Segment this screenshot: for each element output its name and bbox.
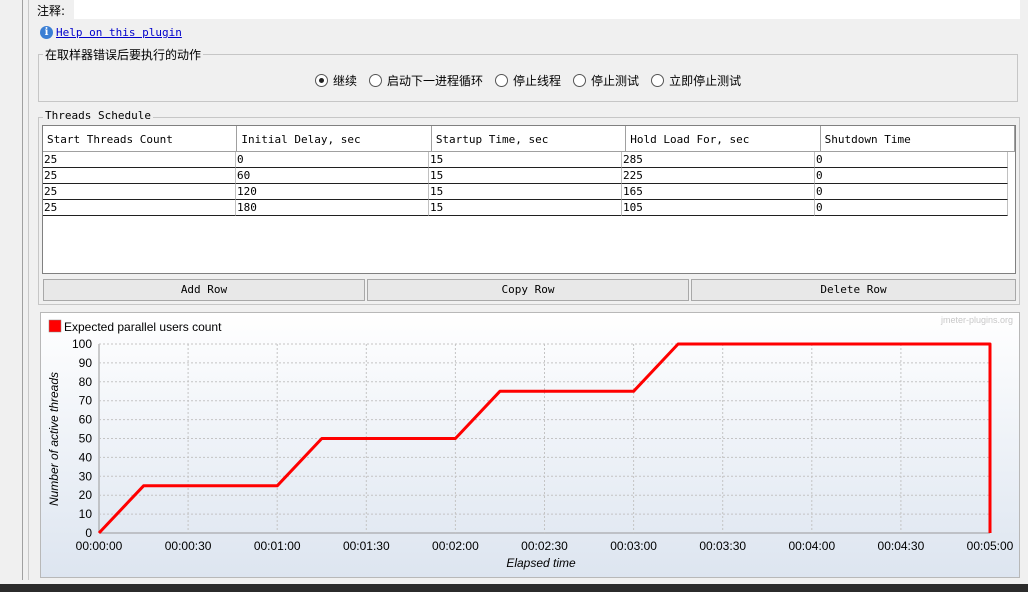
table-cell[interactable]: 165 — [622, 184, 815, 200]
table-cell[interactable]: 15 — [429, 200, 622, 216]
y-tick-label: 30 — [79, 469, 93, 483]
threads-schedule-title: Threads Schedule — [43, 109, 153, 122]
radio-circle[interactable] — [495, 74, 509, 87]
delete-row-button[interactable]: Delete Row — [691, 279, 1016, 301]
sampler-error-options: 继续 启动下一进程循环 停止线程 停止测试 立即停止测试 — [315, 72, 741, 89]
y-tick-label: 80 — [79, 375, 93, 389]
y-tick-label: 40 — [79, 450, 93, 464]
table-cell[interactable]: 285 — [622, 152, 815, 168]
x-tick-label: 00:02:00 — [432, 539, 479, 553]
table-cell[interactable]: 15 — [429, 184, 622, 200]
table-row[interactable]: 25 120 15 165 0 — [43, 184, 1015, 200]
column-header[interactable]: Start Threads Count — [43, 126, 238, 152]
y-tick-label: 50 — [79, 432, 93, 446]
table-cell[interactable]: 105 — [622, 200, 815, 216]
info-icon: i — [40, 26, 53, 39]
radio-start-next-loop[interactable]: 启动下一进程循环 — [369, 72, 483, 89]
y-axis-label: Number of active threads — [47, 372, 61, 506]
table-row[interactable]: 25 60 15 225 0 — [43, 168, 1015, 184]
x-tick-label: 00:05:00 — [967, 539, 1014, 553]
x-tick-label: 00:03:00 — [610, 539, 657, 553]
radio-label: 停止测试 — [591, 74, 640, 88]
table-cell[interactable]: 25 — [43, 200, 236, 216]
table-cell[interactable]: 120 — [236, 184, 429, 200]
x-tick-label: 00:01:00 — [254, 539, 301, 553]
column-header[interactable]: Shutdown Time — [820, 126, 1016, 152]
help-link-row[interactable]: i Help on this plugin — [40, 26, 182, 39]
radio-stop-thread[interactable]: 停止线程 — [495, 72, 561, 89]
status-bar — [0, 584, 1028, 592]
table-cell[interactable]: 0 — [815, 184, 1008, 200]
table-cell[interactable]: 225 — [622, 168, 815, 184]
chart-watermark: jmeter-plugins.org — [940, 315, 1013, 325]
threads-chart-svg: jmeter-plugins.org Expected parallel use… — [47, 315, 1014, 570]
radio-circle-selected[interactable] — [315, 74, 328, 87]
column-header[interactable]: Startup Time, sec — [431, 126, 627, 152]
table-cell[interactable]: 25 — [43, 184, 236, 200]
y-tick-label: 60 — [79, 413, 93, 427]
table-cell[interactable]: 25 — [43, 168, 236, 184]
column-header[interactable]: Hold Load For, sec — [626, 126, 821, 152]
column-header[interactable]: Initial Delay, sec — [237, 126, 432, 152]
left-panel-divider — [28, 0, 29, 580]
table-cell[interactable]: 0 — [236, 152, 429, 168]
x-tick-label: 00:04:00 — [788, 539, 835, 553]
legend-swatch — [48, 319, 62, 333]
x-tick-label: 00:00:00 — [76, 539, 123, 553]
threads-schedule-table: Start Threads Count Initial Delay, sec S… — [42, 125, 1016, 274]
x-tick-label: 00:03:30 — [699, 539, 746, 553]
radio-continue[interactable]: 继续 — [315, 72, 357, 89]
x-tick-label: 00:02:30 — [521, 539, 568, 553]
y-tick-label: 100 — [72, 337, 92, 351]
table-header: Start Threads Count Initial Delay, sec S… — [43, 126, 1016, 152]
sampler-error-title: 在取样器错误后要执行的动作 — [43, 46, 204, 63]
radio-label: 停止线程 — [513, 74, 562, 88]
table-cell[interactable]: 15 — [429, 168, 622, 184]
table-row[interactable]: 25 0 15 285 0 — [43, 152, 1015, 168]
table-cell[interactable]: 15 — [429, 152, 622, 168]
x-tick-label: 00:00:30 — [165, 539, 212, 553]
y-tick-label: 10 — [79, 507, 93, 521]
radio-label: 立即停止测试 — [669, 74, 742, 88]
comment-input[interactable] — [74, 0, 1020, 19]
left-panel-edge — [0, 0, 23, 580]
table-row[interactable]: 25 180 15 105 0 — [43, 200, 1015, 216]
radio-stop-test-now[interactable]: 立即停止测试 — [651, 72, 741, 89]
legend-label: Expected parallel users count — [64, 320, 222, 334]
radio-circle[interactable] — [573, 74, 587, 87]
y-tick-label: 0 — [85, 526, 92, 540]
table-cell[interactable]: 0 — [815, 200, 1008, 216]
add-row-button[interactable]: Add Row — [43, 279, 365, 301]
radio-label: 启动下一进程循环 — [387, 74, 484, 88]
radio-label: 继续 — [333, 74, 358, 88]
x-tick-label: 00:01:30 — [343, 539, 390, 553]
radio-stop-test[interactable]: 停止测试 — [573, 72, 639, 89]
radio-circle[interactable] — [651, 74, 665, 87]
y-tick-label: 90 — [79, 356, 93, 370]
table-cell[interactable]: 180 — [236, 200, 429, 216]
x-axis-label: Elapsed time — [506, 556, 576, 570]
table-cell[interactable]: 60 — [236, 168, 429, 184]
y-tick-label: 70 — [79, 394, 93, 408]
y-tick-label: 20 — [79, 488, 93, 502]
table-cell[interactable]: 0 — [815, 168, 1008, 184]
table-cell[interactable]: 0 — [815, 152, 1008, 168]
help-link[interactable]: Help on this plugin — [56, 26, 182, 39]
comment-label: 注释: — [37, 4, 66, 18]
copy-row-button[interactable]: Copy Row — [367, 279, 689, 301]
threads-chart: jmeter-plugins.org Expected parallel use… — [40, 312, 1020, 578]
table-cell[interactable]: 25 — [43, 152, 236, 168]
x-tick-label: 00:04:30 — [878, 539, 925, 553]
comment-row: 注释: — [34, 0, 1028, 20]
radio-circle[interactable] — [369, 74, 383, 87]
